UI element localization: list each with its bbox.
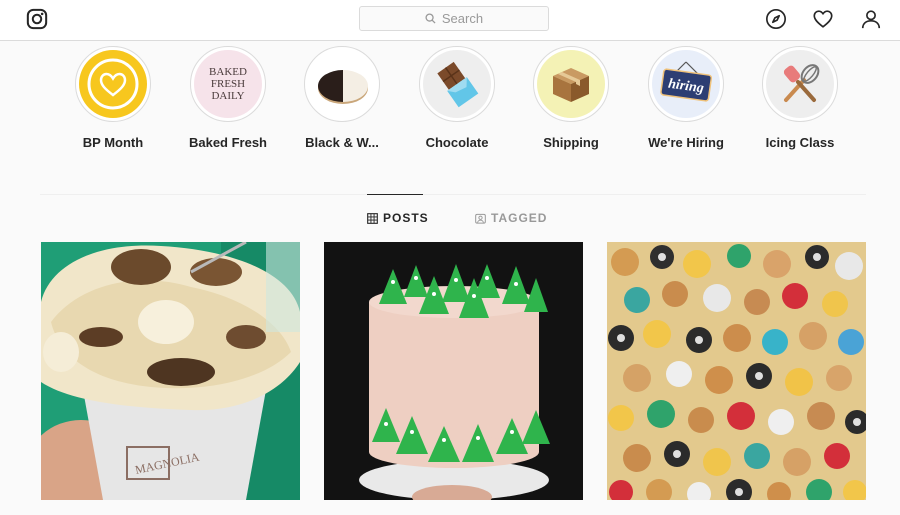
highlight-ring <box>419 46 495 122</box>
explore-compass-icon[interactable] <box>765 8 787 30</box>
post-thumbnail-christmas-cake[interactable] <box>324 242 583 500</box>
post-thumbnail-banana-pudding[interactable]: MAGNOLIA <box>41 242 300 500</box>
highlight-cover <box>766 50 834 118</box>
highlight-label: We're Hiring <box>648 135 724 150</box>
tab-posts-label: POSTS <box>383 211 429 225</box>
whisk-spatula-icon <box>783 64 820 102</box>
black-and-white-cookie-icon <box>318 70 368 104</box>
heart-icon <box>87 58 139 110</box>
cover-text-line-2: FRESH <box>211 78 245 90</box>
cover-text-line-3: DAILY <box>211 90 244 102</box>
active-tab-indicator <box>367 194 423 195</box>
cover-text-line-1: BAKED <box>209 66 247 78</box>
highlight-cover <box>537 50 605 118</box>
hiring-sign-icon: hiring <box>660 61 713 102</box>
highlight-icing-class[interactable]: Icing Class <box>750 46 850 150</box>
search-icon <box>425 13 436 24</box>
highlight-ring <box>762 46 838 122</box>
highlight-cover: BAKED FRESH DAILY <box>194 50 262 118</box>
highlight-were-hiring[interactable]: hiring We're Hiring <box>636 46 736 150</box>
box-icon <box>553 68 589 102</box>
search-input[interactable]: Search <box>359 6 549 31</box>
highlight-ring <box>304 46 380 122</box>
highlight-label: Baked Fresh <box>188 135 268 150</box>
story-highlights: BP Month BAKED FRESH DAILY Baked Fresh B… <box>0 46 900 156</box>
profile-icon[interactable] <box>860 8 882 30</box>
tab-tagged-label: TAGGED <box>491 211 548 225</box>
instagram-logo-icon[interactable] <box>26 8 48 30</box>
highlight-black-and-white[interactable]: Black & W... <box>292 46 392 150</box>
highlight-label: Shipping <box>543 135 599 150</box>
highlight-baked-fresh[interactable]: BAKED FRESH DAILY Baked Fresh <box>178 46 278 150</box>
highlight-label: Icing Class <box>765 135 835 150</box>
profile-tabs: POSTS TAGGED <box>0 211 900 227</box>
banana-pudding-image: MAGNOLIA <box>41 242 300 500</box>
post-thumbnail-holiday-cookies[interactable] <box>607 242 866 500</box>
tagged-icon <box>475 213 486 224</box>
holiday-cookies-image <box>607 242 866 500</box>
highlight-shipping[interactable]: Shipping <box>521 46 621 150</box>
highlight-chocolate[interactable]: Chocolate <box>407 46 507 150</box>
highlight-cover <box>308 50 376 118</box>
tab-tagged[interactable]: TAGGED <box>475 211 547 225</box>
christmas-cake-image <box>324 242 583 500</box>
highlight-cover <box>423 50 491 118</box>
highlight-bp-month[interactable]: BP Month <box>63 46 163 150</box>
text-badge: BAKED FRESH DAILY <box>209 66 247 102</box>
highlight-cover <box>79 50 147 118</box>
tabs-divider <box>40 194 866 195</box>
search-placeholder: Search <box>441 11 484 26</box>
chocolate-bar-icon <box>437 61 479 108</box>
highlight-ring: hiring <box>648 46 724 122</box>
highlight-ring <box>533 46 609 122</box>
highlight-ring: BAKED FRESH DAILY <box>190 46 266 122</box>
highlight-label: BP Month <box>82 135 144 150</box>
highlight-label: Chocolate <box>425 135 489 150</box>
highlight-ring <box>75 46 151 122</box>
highlight-cover: hiring <box>652 50 720 118</box>
top-navigation-bar: Search <box>0 0 900 41</box>
activity-heart-icon[interactable] <box>812 8 834 30</box>
grid-icon <box>367 212 378 224</box>
tab-posts[interactable]: POSTS <box>367 211 429 225</box>
highlight-label: Black & W... <box>305 135 379 150</box>
